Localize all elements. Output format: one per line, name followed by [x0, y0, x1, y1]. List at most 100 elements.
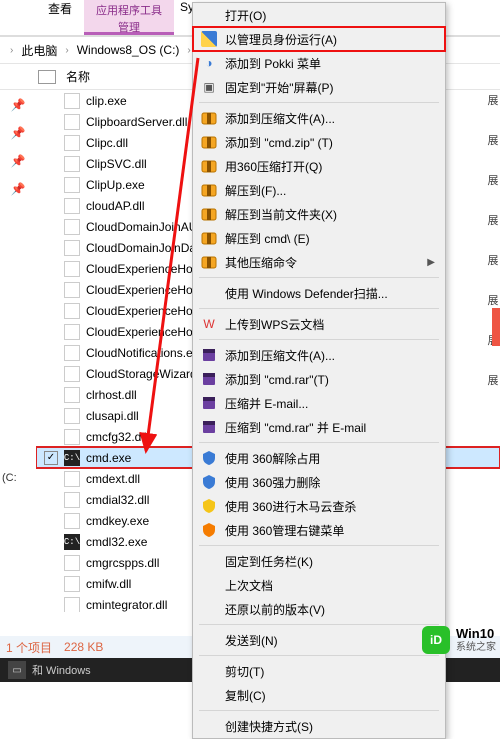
zip-icon — [201, 134, 217, 150]
file-icon — [64, 492, 80, 508]
menu-item-label: 解压到 cmd\ (E) — [225, 230, 310, 247]
menu-item[interactable]: 固定到任务栏(K) — [193, 549, 445, 573]
file-name: cmintegrator.dll — [86, 598, 167, 612]
column-name[interactable]: 名称 — [66, 68, 90, 85]
sidebar-drive-label[interactable]: (C: — [2, 472, 17, 484]
menu-item[interactable]: 添加到 "cmd.rar"(T) — [193, 367, 445, 391]
menu-item[interactable]: 用360压缩打开(Q) — [193, 154, 445, 178]
watermark-site: 系统之家 — [456, 642, 496, 653]
menu-separator — [199, 624, 439, 625]
ribbon-app-tools[interactable]: 应用程序工具 管理 — [84, 0, 174, 35]
strip-label: 展 — [488, 212, 499, 228]
menu-item-label: 解压到(F)... — [225, 182, 286, 199]
rar-icon — [201, 395, 217, 411]
menu-item[interactable]: 添加到压缩文件(A)... — [193, 343, 445, 367]
menu-item-label: 使用 Windows Defender扫描... — [225, 285, 388, 302]
strip-label: 展 — [488, 372, 499, 388]
menu-item[interactable]: 发送到(N)▶ — [193, 628, 445, 652]
menu-item[interactable]: ▣ 固定到"开始"屏幕(P) — [193, 75, 445, 99]
ribbon-app-tools-title: 应用程序工具 — [96, 2, 162, 18]
zip-icon — [201, 182, 217, 198]
file-name: cmdext.dll — [86, 472, 140, 486]
menu-item[interactable]: 添加到 "cmd.zip" (T) — [193, 130, 445, 154]
strip-label: 展 — [488, 92, 499, 108]
menu-item[interactable]: 解压到 cmd\ (E) — [193, 226, 445, 250]
file-icon — [64, 93, 80, 109]
menu-item-label: 添加到 "cmd.zip" (T) — [225, 134, 333, 151]
menu-item-label: 使用 360解除占用 — [225, 450, 320, 467]
pin-icon[interactable]: 📌 — [11, 154, 26, 168]
rar-icon — [201, 347, 217, 363]
menu-item-label: 压缩并 E-mail... — [225, 395, 308, 412]
menu-item[interactable]: 以管理员身份运行(A) — [193, 27, 445, 51]
ribbon-view[interactable]: 查看 — [48, 0, 72, 17]
zip-icon — [201, 110, 217, 126]
status-size: 228 KB — [64, 640, 103, 654]
menu-item[interactable]: 复制(C) — [193, 683, 445, 707]
menu-item[interactable]: 剪切(T) — [193, 659, 445, 683]
pin-icon[interactable]: 📌 — [11, 126, 26, 140]
zip-icon — [201, 230, 217, 246]
taskbar-icon[interactable]: ▭ — [8, 661, 26, 679]
shield-icon — [201, 31, 217, 47]
menu-separator — [199, 339, 439, 340]
crumb-drive[interactable]: Windows8_OS (C:) — [73, 41, 184, 59]
menu-item[interactable]: 还原以前的版本(V) — [193, 597, 445, 621]
file-name: cmcfg32.dll — [86, 430, 147, 444]
menu-item[interactable]: 使用 Windows Defender扫描... — [193, 281, 445, 305]
menu-item[interactable]: 压缩并 E-mail... — [193, 391, 445, 415]
pin-icon[interactable]: 📌 — [11, 182, 26, 196]
file-name: clip.exe — [86, 94, 127, 108]
menu-separator — [199, 308, 439, 309]
file-icon: C:\ — [64, 450, 80, 466]
strip-label: 展 — [488, 292, 499, 308]
menu-item[interactable]: 创建快捷方式(S) — [193, 714, 445, 738]
menu-item[interactable]: 上次文档 — [193, 573, 445, 597]
start-icon: ▣ — [201, 79, 217, 95]
file-icon — [64, 408, 80, 424]
file-name: cmdl32.exe — [86, 535, 147, 549]
menu-item[interactable]: 其他压缩命令▶ — [193, 250, 445, 274]
menu-item-label: 复制(C) — [225, 687, 266, 704]
file-icon — [64, 597, 80, 613]
file-icon — [64, 219, 80, 235]
menu-item[interactable]: 使用 360解除占用 — [193, 446, 445, 470]
file-icon — [64, 366, 80, 382]
menu-item-label: 以管理员身份运行(A) — [225, 31, 337, 48]
menu-item[interactable]: 解压到(F)... — [193, 178, 445, 202]
file-name: ClipboardServer.dll — [86, 115, 187, 129]
file-name: CloudExperienceHos — [86, 325, 199, 339]
menu-item[interactable]: ◑ 添加到 Pokki 菜单 — [193, 51, 445, 75]
menu-item-label: 添加到压缩文件(A)... — [225, 347, 335, 364]
pin-icon[interactable]: 📌 — [11, 98, 26, 112]
menu-item-label: 创建快捷方式(S) — [225, 718, 313, 735]
menu-item-label: 添加到 Pokki 菜单 — [225, 55, 321, 72]
watermark: iD Win10 系统之家 — [422, 626, 496, 654]
menu-item[interactable]: 添加到压缩文件(A)... — [193, 106, 445, 130]
menu-item-label: 固定到"开始"屏幕(P) — [225, 79, 334, 96]
select-all-checkbox[interactable] — [38, 70, 56, 84]
pokki-icon: ◑ — [201, 55, 217, 71]
file-name: cmd.exe — [86, 451, 131, 465]
strip-label: 展 — [488, 252, 499, 268]
rar-icon — [201, 371, 217, 387]
crumb-computer[interactable]: 此电脑 — [17, 40, 61, 61]
menu-item[interactable]: 使用 360强力删除 — [193, 470, 445, 494]
file-icon — [64, 261, 80, 277]
menu-item[interactable]: 使用 360管理右键菜单 — [193, 518, 445, 542]
menu-item[interactable]: W上传到WPS云文档 — [193, 312, 445, 336]
file-name: cmdial32.dll — [86, 493, 149, 507]
file-name: CloudExperienceHos — [86, 283, 199, 297]
menu-item[interactable]: 使用 360进行木马云查杀 — [193, 494, 445, 518]
file-name: Clipc.dll — [86, 136, 128, 150]
red-indicator — [492, 308, 500, 346]
taskbar-app[interactable]: 和 Windows — [32, 662, 91, 678]
menu-item-label: 压缩到 "cmd.rar" 并 E-mail — [225, 419, 366, 436]
row-checkbox[interactable]: ✓ — [44, 451, 58, 465]
file-name: CloudExperienceHos — [86, 304, 199, 318]
menu-item[interactable]: 打开(O) — [193, 3, 445, 27]
menu-item[interactable]: 解压到当前文件夹(X) — [193, 202, 445, 226]
menu-item[interactable]: 压缩到 "cmd.rar" 并 E-mail — [193, 415, 445, 439]
file-icon — [64, 555, 80, 571]
menu-item-label: 上传到WPS云文档 — [225, 316, 324, 333]
